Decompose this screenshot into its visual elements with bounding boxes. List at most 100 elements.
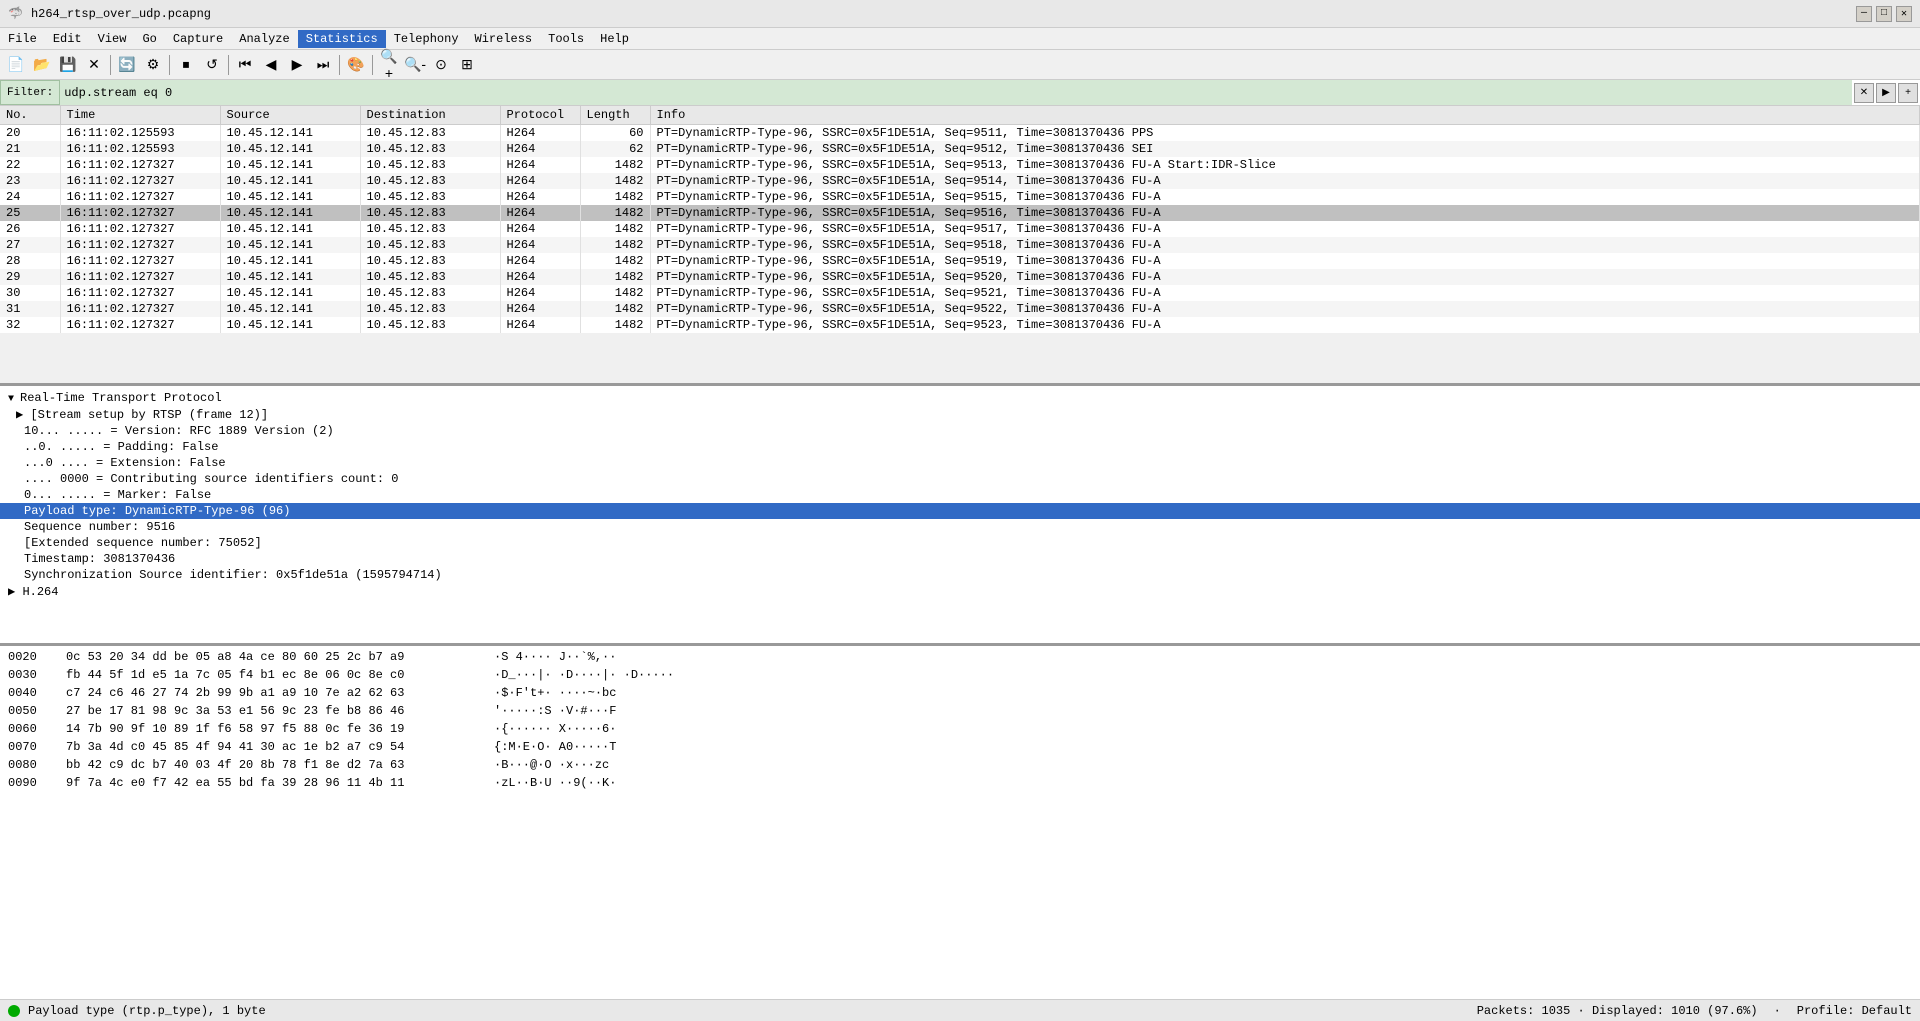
detail-pane[interactable]: Real-Time Transport Protocol ▶ [Stream s…	[0, 386, 1920, 646]
toolbar-capture-options-button[interactable]: ⚙	[141, 53, 165, 77]
col-header-time[interactable]: Time	[60, 106, 220, 125]
hex-offset: 0060	[8, 720, 58, 738]
cell-len: 1482	[580, 285, 650, 301]
toolbar-reload-button[interactable]: 🔄	[115, 53, 139, 77]
hex-pane[interactable]: 0020 0c 53 20 34 dd be 05 a8 4a ce 80 60…	[0, 646, 1920, 999]
cell-dst: 10.45.12.83	[360, 157, 500, 173]
menu-help[interactable]: Help	[592, 30, 637, 48]
cell-info: PT=DynamicRTP-Type-96, SSRC=0x5F1DE51A, …	[650, 157, 1920, 173]
table-row[interactable]: 26 16:11:02.127327 10.45.12.141 10.45.12…	[0, 221, 1920, 237]
cell-len: 1482	[580, 237, 650, 253]
title-bar-controls[interactable]: — □ ✕	[1856, 6, 1912, 22]
table-row[interactable]: 31 16:11:02.127327 10.45.12.141 10.45.12…	[0, 301, 1920, 317]
toolbar-scroll-last-button[interactable]: ⏭	[311, 53, 335, 77]
table-row[interactable]: 28 16:11:02.127327 10.45.12.141 10.45.12…	[0, 253, 1920, 269]
cell-len: 1482	[580, 301, 650, 317]
hex-row: 0060 14 7b 90 9f 10 89 1f f6 58 97 f5 88…	[8, 720, 1912, 738]
toolbar-new-button[interactable]: 📄	[4, 53, 28, 77]
menu-view[interactable]: View	[90, 30, 135, 48]
toolbar-sep-5	[372, 55, 373, 75]
table-row[interactable]: 22 16:11:02.127327 10.45.12.141 10.45.12…	[0, 157, 1920, 173]
toolbar-zoom-normal-button[interactable]: ⊙	[429, 53, 453, 77]
col-header-info[interactable]: Info	[650, 106, 1920, 125]
status-separator: ·	[1774, 1004, 1781, 1018]
menu-file[interactable]: File	[0, 30, 45, 48]
col-header-proto[interactable]: Protocol	[500, 106, 580, 125]
table-row[interactable]: 20 16:11:02.125593 10.45.12.141 10.45.12…	[0, 125, 1920, 142]
cell-dst: 10.45.12.83	[360, 317, 500, 333]
detail-ssrc: Synchronization Source identifier: 0x5f1…	[0, 567, 1920, 583]
toolbar-zoom-in-button[interactable]: 🔍+	[377, 53, 401, 77]
menu-go[interactable]: Go	[134, 30, 164, 48]
toolbar-resize-columns-button[interactable]: ⊞	[455, 53, 479, 77]
filter-apply-button[interactable]: ▶	[1876, 83, 1896, 103]
toolbar-open-button[interactable]: 📂	[30, 53, 54, 77]
menu-tools[interactable]: Tools	[540, 30, 592, 48]
toolbar-zoom-out-button[interactable]: 🔍-	[403, 53, 427, 77]
cell-no: 30	[0, 285, 60, 301]
menu-wireless[interactable]: Wireless	[467, 30, 541, 48]
status-left: Payload type (rtp.p_type), 1 byte	[8, 1004, 266, 1018]
filter-save-button[interactable]: +	[1898, 83, 1918, 103]
hex-row: 0090 9f 7a 4c e0 f7 42 ea 55 bd fa 39 28…	[8, 774, 1912, 792]
menu-capture[interactable]: Capture	[165, 30, 231, 48]
toolbar-restart-button[interactable]: ↺	[200, 53, 224, 77]
toolbar-scroll-prev-button[interactable]: ◀	[259, 53, 283, 77]
hex-bytes: 0c 53 20 34 dd be 05 a8 4a ce 80 60 25 2…	[66, 648, 486, 666]
detail-rtp-section[interactable]: Real-Time Transport Protocol	[0, 390, 1920, 406]
cell-proto: H264	[500, 285, 580, 301]
table-row[interactable]: 25 16:11:02.127327 10.45.12.141 10.45.12…	[0, 205, 1920, 221]
toolbar-close-button[interactable]: ✕	[82, 53, 106, 77]
toolbar-scroll-first-button[interactable]: ⏮	[233, 53, 257, 77]
cell-dst: 10.45.12.83	[360, 237, 500, 253]
detail-payload-type[interactable]: Payload type: DynamicRTP-Type-96 (96)	[0, 503, 1920, 519]
col-header-no[interactable]: No.	[0, 106, 60, 125]
packet-table-container[interactable]: No. Time Source Destination Protocol Len…	[0, 106, 1920, 386]
filter-clear-button[interactable]: ✕	[1854, 83, 1874, 103]
cell-len: 62	[580, 141, 650, 157]
table-row[interactable]: 32 16:11:02.127327 10.45.12.141 10.45.12…	[0, 317, 1920, 333]
detail-h264-section[interactable]: ▶ H.264	[0, 583, 1920, 600]
hex-offset: 0090	[8, 774, 58, 792]
detail-stream-setup[interactable]: ▶ [Stream setup by RTSP (frame 12)]	[0, 406, 1920, 423]
close-button[interactable]: ✕	[1896, 6, 1912, 22]
table-row[interactable]: 23 16:11:02.127327 10.45.12.141 10.45.12…	[0, 173, 1920, 189]
hex-ascii: ·$·F't+· ····~·bc	[494, 684, 616, 702]
cell-dst: 10.45.12.83	[360, 301, 500, 317]
packet-tbody: 20 16:11:02.125593 10.45.12.141 10.45.12…	[0, 125, 1920, 334]
cell-time: 16:11:02.127327	[60, 269, 220, 285]
cell-time: 16:11:02.127327	[60, 317, 220, 333]
hex-ascii: ·D_···|· ·D····|· ·D·····	[494, 666, 674, 684]
minimize-button[interactable]: —	[1856, 6, 1872, 22]
col-header-len[interactable]: Length	[580, 106, 650, 125]
col-header-src[interactable]: Source	[220, 106, 360, 125]
cell-time: 16:11:02.127327	[60, 221, 220, 237]
menu-statistics[interactable]: Statistics	[298, 30, 386, 48]
hex-offset: 0020	[8, 648, 58, 666]
hex-ascii: ·{······ X·····6·	[494, 720, 616, 738]
toolbar-scroll-next-button[interactable]: ▶	[285, 53, 309, 77]
filter-input[interactable]	[60, 80, 1852, 105]
table-header-row: No. Time Source Destination Protocol Len…	[0, 106, 1920, 125]
cell-info: PT=DynamicRTP-Type-96, SSRC=0x5F1DE51A, …	[650, 205, 1920, 221]
cell-no: 32	[0, 317, 60, 333]
cell-info: PT=DynamicRTP-Type-96, SSRC=0x5F1DE51A, …	[650, 173, 1920, 189]
toolbar-save-button[interactable]: 💾	[56, 53, 80, 77]
app-icon: 🦈	[8, 6, 23, 21]
hex-ascii: ·zL··B·U ··9(··K·	[494, 774, 616, 792]
maximize-button[interactable]: □	[1876, 6, 1892, 22]
table-row[interactable]: 30 16:11:02.127327 10.45.12.141 10.45.12…	[0, 285, 1920, 301]
table-row[interactable]: 27 16:11:02.127327 10.45.12.141 10.45.12…	[0, 237, 1920, 253]
table-row[interactable]: 29 16:11:02.127327 10.45.12.141 10.45.12…	[0, 269, 1920, 285]
table-row[interactable]: 24 16:11:02.127327 10.45.12.141 10.45.12…	[0, 189, 1920, 205]
menu-telephony[interactable]: Telephony	[386, 30, 467, 48]
toolbar-colorize-button[interactable]: 🎨	[344, 53, 368, 77]
col-header-dst[interactable]: Destination	[360, 106, 500, 125]
menu-edit[interactable]: Edit	[45, 30, 90, 48]
toolbar-stop-button[interactable]: ⏹	[174, 53, 198, 77]
toolbar-sep-2	[169, 55, 170, 75]
hex-ascii: '·····:S ·V·#···F	[494, 702, 616, 720]
table-row[interactable]: 21 16:11:02.125593 10.45.12.141 10.45.12…	[0, 141, 1920, 157]
hex-ascii: ·S 4···· J··`%,··	[494, 648, 616, 666]
menu-analyze[interactable]: Analyze	[231, 30, 297, 48]
